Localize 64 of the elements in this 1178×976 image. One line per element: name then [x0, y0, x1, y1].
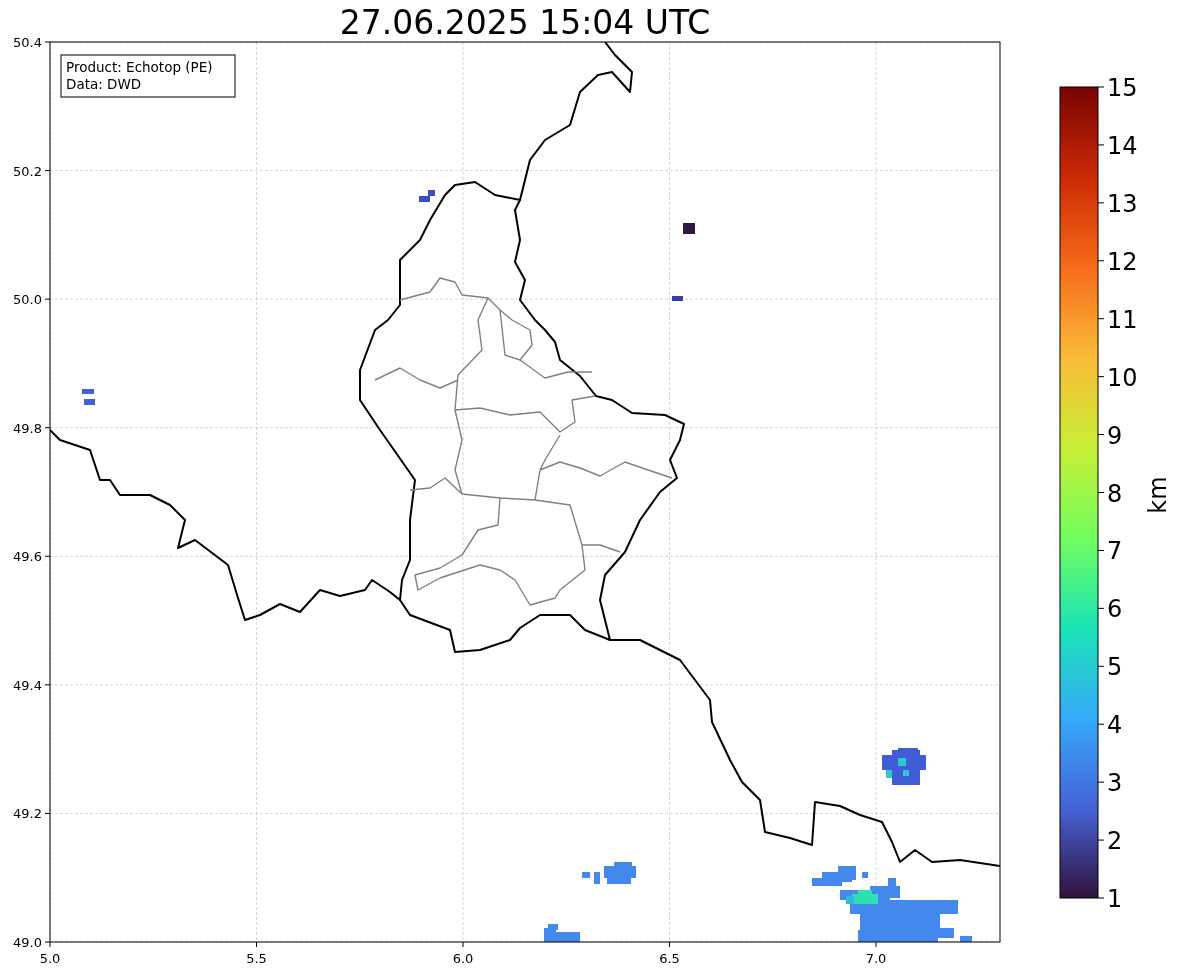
colorbar-tick-label: 13 [1107, 189, 1138, 218]
radar-echo-patch [683, 223, 695, 234]
radar-echo-patch [419, 190, 435, 202]
tick-mark [1097, 781, 1105, 783]
tick-mark [1097, 492, 1105, 493]
tick-mark [44, 41, 51, 43]
tick-mark [44, 812, 51, 814]
tick-mark [1097, 897, 1105, 899]
colorbar-tick-label: 4 [1107, 711, 1123, 740]
colorbar-tick-label: 5 [1107, 653, 1123, 682]
tick-mark [1097, 260, 1105, 262]
tick-mark [875, 941, 877, 948]
tick-mark [44, 684, 51, 686]
x-tick-label: 7.0 [865, 951, 887, 966]
tick-mark [1097, 839, 1105, 841]
y-tick-label: 49.0 [13, 935, 42, 950]
tick-mark [1097, 376, 1105, 378]
tick-mark [669, 941, 670, 948]
tick-mark [1097, 607, 1105, 609]
chart-title: 27.06.2025 15:04 UTC [339, 3, 711, 42]
tick-mark [44, 427, 51, 429]
colorbar-tick-label: 1 [1107, 885, 1123, 913]
colorbar-tick-label: 14 [1107, 131, 1138, 160]
x-tick-label: 6.5 [659, 951, 680, 966]
tick-mark [44, 555, 51, 557]
colorbar-tick-label: 3 [1107, 769, 1123, 798]
tick-mark [1097, 723, 1105, 725]
x-tick-label: 6.0 [452, 951, 474, 966]
y-tick-label: 50.0 [13, 292, 42, 308]
x-tick-label: 5.5 [246, 951, 267, 966]
tick-mark [1097, 86, 1105, 88]
colorbar-tick-label: 7 [1107, 537, 1123, 566]
tick-mark [1097, 434, 1105, 436]
radar-echo-patch [544, 924, 580, 942]
tick-mark [44, 298, 51, 300]
tick-mark [44, 170, 51, 172]
colorbar-tick-label: 15 [1107, 74, 1138, 102]
radar-echo-patch [582, 862, 636, 884]
tick-mark [256, 941, 257, 948]
y-tick-label: 50.2 [13, 163, 42, 179]
y-tick-label: 49.8 [13, 420, 42, 436]
tick-mark [1097, 549, 1105, 551]
y-tick-label: 49.6 [13, 549, 42, 565]
info-text: Data: DWD [66, 76, 142, 92]
info-text: Product: Echotop (PE) [66, 59, 213, 75]
tick-mark [1097, 202, 1105, 204]
colorbar-tick-label: 8 [1107, 479, 1123, 508]
x-tick-label: 5.0 [39, 951, 61, 966]
tick-mark [1097, 144, 1105, 146]
colorbar-tick-label: 6 [1107, 595, 1123, 624]
y-tick-label: 50.4 [13, 35, 42, 50]
y-tick-label: 49.2 [13, 806, 42, 822]
colorbar-tick-label: 12 [1107, 247, 1138, 276]
y-tick-label: 49.4 [13, 677, 42, 693]
colorbar-tick-label: 2 [1107, 827, 1123, 856]
tick-mark [1097, 318, 1105, 320]
radar-echo-patch [82, 389, 95, 405]
colorbar-label: km [1144, 476, 1172, 514]
tick-mark [462, 941, 464, 948]
colorbar-tick-label: 11 [1107, 305, 1138, 334]
colorbar-tick-label: 10 [1107, 363, 1138, 392]
colorbar-tick-label: 9 [1107, 421, 1123, 450]
radar-echo-patch [672, 296, 683, 301]
tick-mark [1097, 665, 1105, 667]
